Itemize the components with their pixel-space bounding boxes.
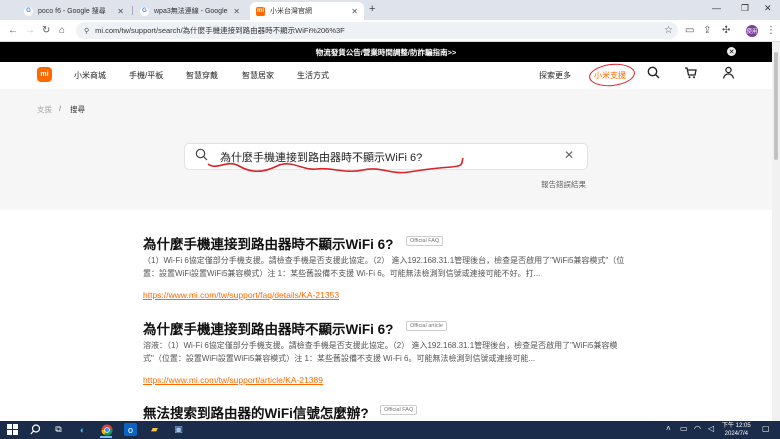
tab-title: wpa3無法連線 - Google 搜尋: [154, 8, 229, 15]
url-text: mi.com/tw/support/search/為什麼手機連接到路由器時不顯示…: [95, 26, 345, 35]
reload-icon[interactable]: ↻: [42, 25, 50, 36]
bookmark-star-icon[interactable]: ☆: [664, 25, 673, 36]
result-1-title[interactable]: 為什麼手機連接到路由器時不顯示WiFi 6?: [143, 233, 393, 253]
search-icon[interactable]: [647, 66, 660, 82]
breadcrumb-support[interactable]: 支援: [37, 104, 52, 115]
nav-phones-tablets[interactable]: 手機/平板: [129, 70, 163, 81]
profile-avatar[interactable]: 使用: [746, 25, 758, 37]
new-tab-icon[interactable]: +: [369, 3, 375, 15]
close-window-icon[interactable]: ✕: [764, 3, 772, 14]
nav-mi-store[interactable]: 小米商城: [74, 70, 106, 81]
minimize-icon[interactable]: —: [712, 3, 721, 13]
nav-wearables[interactable]: 智慧穿戴: [186, 70, 218, 81]
chrome-active-indicator: [100, 436, 112, 438]
result-3-badge: Official FAQ: [380, 405, 418, 415]
edge-browser-icon[interactable]: ◐: [76, 423, 89, 436]
nav-explore-more[interactable]: 探索更多: [539, 70, 571, 81]
address-bar[interactable]: ⚲ mi.com/tw/support/search/為什麼手機連接到路由器時不…: [76, 22, 678, 39]
tab-title: poco f6 - Google 搜尋: [38, 8, 106, 15]
browser-tab-2[interactable]: G wpa3無法連線 - Google 搜尋 ✕: [134, 2, 246, 20]
result-2-snippet: 溶液：（1）Wi-Fi 6協定僅部分手機支援。請檢查手機是否支援此協定。（2） …: [143, 341, 618, 363]
breadcrumb-separator: /: [59, 104, 62, 113]
announcement-text[interactable]: 物流發貨公告/營業時間調整/防詐騙指南>>: [316, 47, 456, 58]
forward-icon[interactable]: →: [25, 25, 35, 36]
report-error-link[interactable]: 報告錯誤結果: [541, 179, 586, 190]
result-2-link[interactable]: https://www.mi.com/tw/support/article/KA…: [143, 375, 323, 385]
mi-logo[interactable]: mi: [37, 67, 52, 82]
result-3-title[interactable]: 無法搜索到路由器的WiFi信號怎麼辦?: [143, 402, 369, 422]
close-tab-icon[interactable]: ✕: [351, 7, 358, 16]
result-1-link[interactable]: https://www.mi.com/tw/support/faq/detail…: [143, 290, 339, 300]
notifications-icon[interactable]: ▢: [762, 424, 770, 433]
result-1-badge: Official FAQ: [406, 236, 444, 246]
file-explorer-icon[interactable]: ▰: [148, 423, 161, 436]
network-icon[interactable]: ▭: [680, 424, 688, 433]
extensions-icon[interactable]: ✣: [722, 25, 730, 36]
browser-tab-1[interactable]: G poco f6 - Google 搜尋 ✕: [18, 2, 130, 20]
tab-title: 小米台灣官網: [270, 8, 312, 15]
back-icon[interactable]: ←: [8, 25, 18, 36]
breadcrumb-current: 搜尋: [70, 105, 85, 114]
announcement-bar[interactable]: 物流發貨公告/營業時間調整/防詐騙指南>>: [0, 42, 772, 62]
result-2-badge: Official article: [406, 321, 447, 331]
cast-icon[interactable]: ▭: [685, 25, 694, 36]
clock-time: 下午 12:05: [722, 423, 751, 429]
browser-menu-icon[interactable]: ⋮: [766, 25, 776, 36]
taskbar-search-icon[interactable]: [29, 423, 42, 436]
clear-search-icon[interactable]: ✕: [564, 148, 574, 162]
nav-lifestyle[interactable]: 生活方式: [297, 70, 329, 81]
scrollbar-thumb[interactable]: [774, 52, 778, 160]
result-1-snippet: （1）Wi-Fi 6協定僅部分手機支援。請檢查手機是否支援此協定。（2） 進入1…: [143, 256, 625, 278]
nav-smart-home[interactable]: 智慧居家: [242, 70, 274, 81]
home-icon[interactable]: ⌂: [59, 25, 65, 36]
site-info-icon[interactable]: ⚲: [84, 27, 89, 35]
taskbar-clock[interactable]: 下午 12:05 2024/7/4: [722, 422, 751, 438]
tab-divider: [132, 6, 133, 15]
close-tab-icon[interactable]: ✕: [117, 7, 124, 16]
windows-start-icon[interactable]: [6, 423, 19, 436]
volume-icon[interactable]: ◁: [708, 424, 714, 433]
google-favicon-icon: G: [140, 6, 149, 16]
announcement-close-icon[interactable]: ✕: [727, 47, 736, 56]
account-icon[interactable]: [722, 66, 735, 82]
windows-taskbar: [0, 421, 780, 439]
tray-chevron-icon[interactable]: ˄: [666, 424, 671, 433]
clock-date: 2024/7/4: [724, 431, 749, 437]
close-tab-icon[interactable]: ✕: [233, 7, 240, 16]
wifi-icon[interactable]: ◠: [694, 424, 701, 433]
google-favicon-icon: G: [24, 6, 33, 16]
chrome-browser-icon[interactable]: [100, 423, 113, 436]
outlook-icon[interactable]: o: [124, 423, 137, 436]
browser-tab-3-active[interactable]: mi 小米台灣官網 ✕: [250, 2, 364, 20]
share-icon[interactable]: ⇪: [703, 25, 711, 36]
taskbar-app-icon[interactable]: ▣: [172, 423, 185, 436]
restore-icon[interactable]: ❐: [741, 3, 749, 14]
cart-icon[interactable]: [684, 66, 697, 82]
task-view-icon[interactable]: ⧉: [52, 423, 65, 436]
mi-favicon-icon: mi: [256, 6, 265, 16]
handwritten-underline-annotation: [207, 157, 464, 174]
result-2-title[interactable]: 為什麼手機連接到路由器時不顯示WiFi 6?: [143, 318, 393, 338]
